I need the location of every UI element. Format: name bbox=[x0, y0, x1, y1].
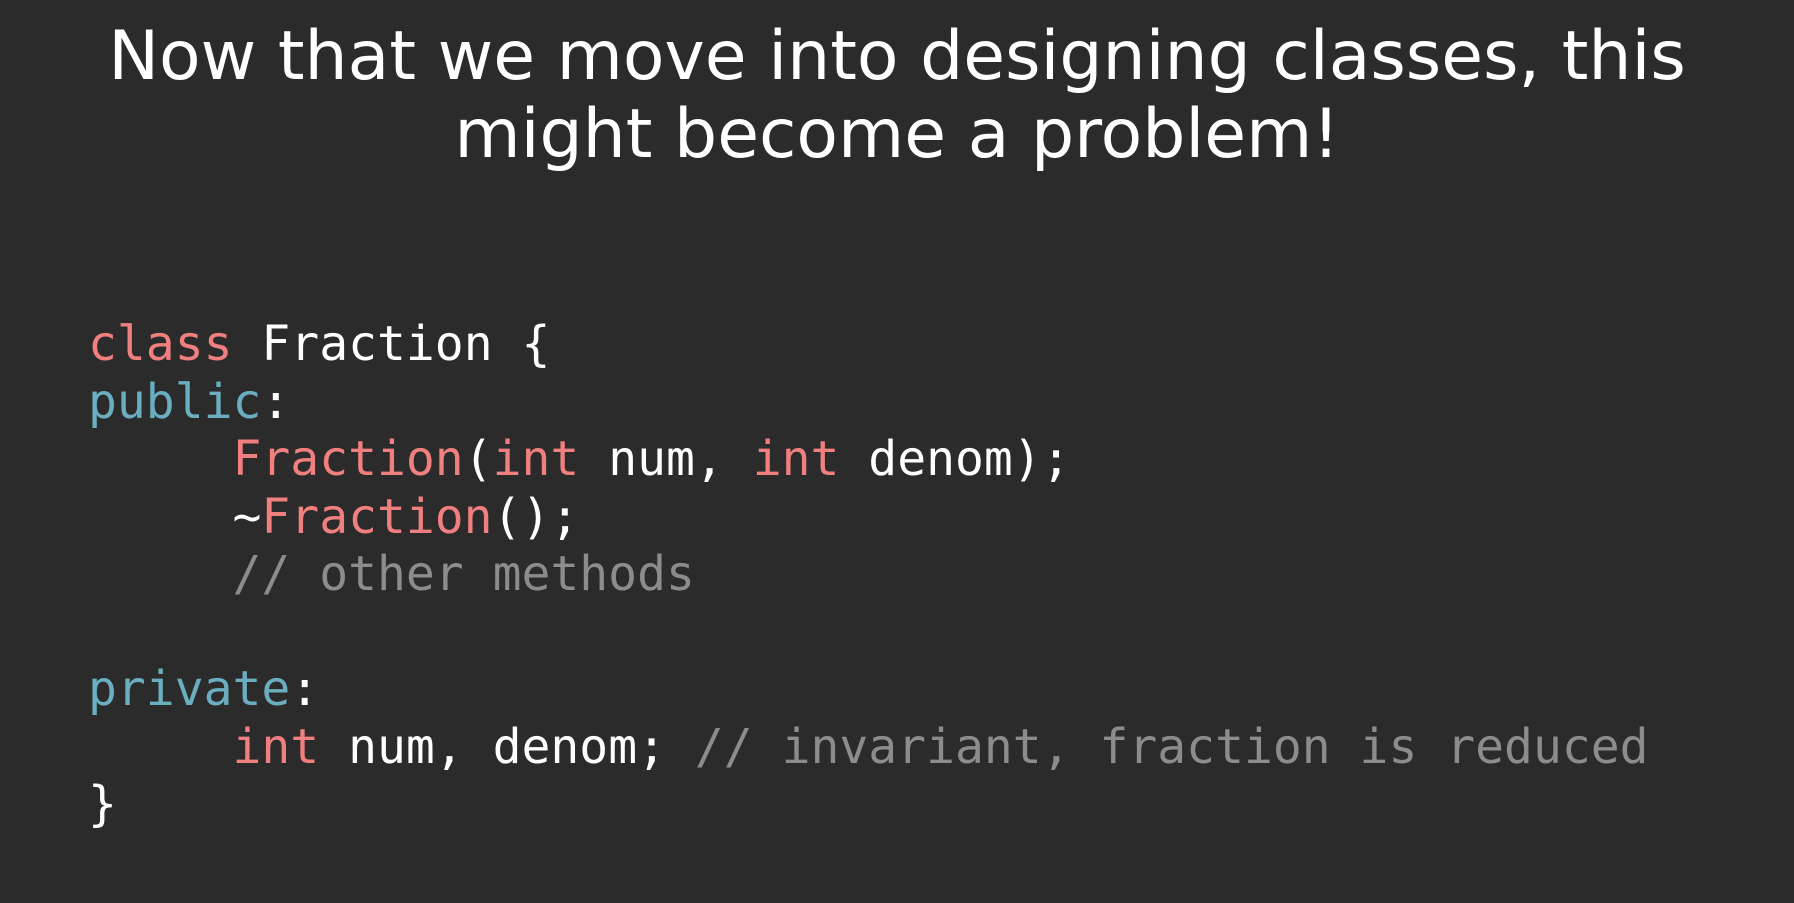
slide-title-line-2: might become a problem! bbox=[454, 95, 1340, 174]
code-token: } bbox=[88, 776, 117, 832]
code-token: public bbox=[88, 373, 262, 430]
code-token: Fraction bbox=[232, 431, 464, 487]
code-token: class bbox=[88, 316, 233, 372]
code-token: Fraction { bbox=[232, 316, 551, 372]
code-token: Fraction bbox=[261, 488, 493, 545]
code-token: ~ bbox=[88, 488, 262, 545]
code-token: denom); bbox=[839, 431, 1071, 487]
code-token: int bbox=[492, 431, 580, 487]
code-line: // other methods bbox=[88, 546, 1649, 604]
code-token: private bbox=[88, 661, 291, 717]
slide-title-line-1: Now that we move into designing classes,… bbox=[108, 17, 1686, 96]
code-token: int bbox=[752, 431, 840, 487]
code-token: int bbox=[232, 718, 320, 775]
code-block: class Fraction {public: Fraction(int num… bbox=[88, 316, 1649, 834]
code-line: ~Fraction(); bbox=[88, 489, 1649, 547]
code-token: : bbox=[290, 661, 320, 717]
code-token: // other methods bbox=[232, 546, 695, 602]
code-line: public: bbox=[88, 374, 1649, 432]
slide-title: Now that we move into designing classes,… bbox=[0, 18, 1794, 174]
code-token: : bbox=[261, 373, 291, 430]
slide: Now that we move into designing classes,… bbox=[0, 0, 1794, 903]
code-token: num, bbox=[579, 431, 753, 487]
code-line: Fraction(int num, int denom); bbox=[88, 431, 1649, 489]
code-token: num, denom; bbox=[319, 718, 695, 775]
code-token: // invariant, fraction is reduced bbox=[694, 718, 1649, 775]
code-line: int num, denom; // invariant, fraction i… bbox=[88, 719, 1649, 777]
code-line: } bbox=[88, 776, 1649, 834]
code-token: (); bbox=[492, 488, 580, 545]
code-line: private: bbox=[88, 661, 1649, 719]
code-token: ( bbox=[463, 431, 493, 487]
code-line: class Fraction { bbox=[88, 316, 1649, 374]
